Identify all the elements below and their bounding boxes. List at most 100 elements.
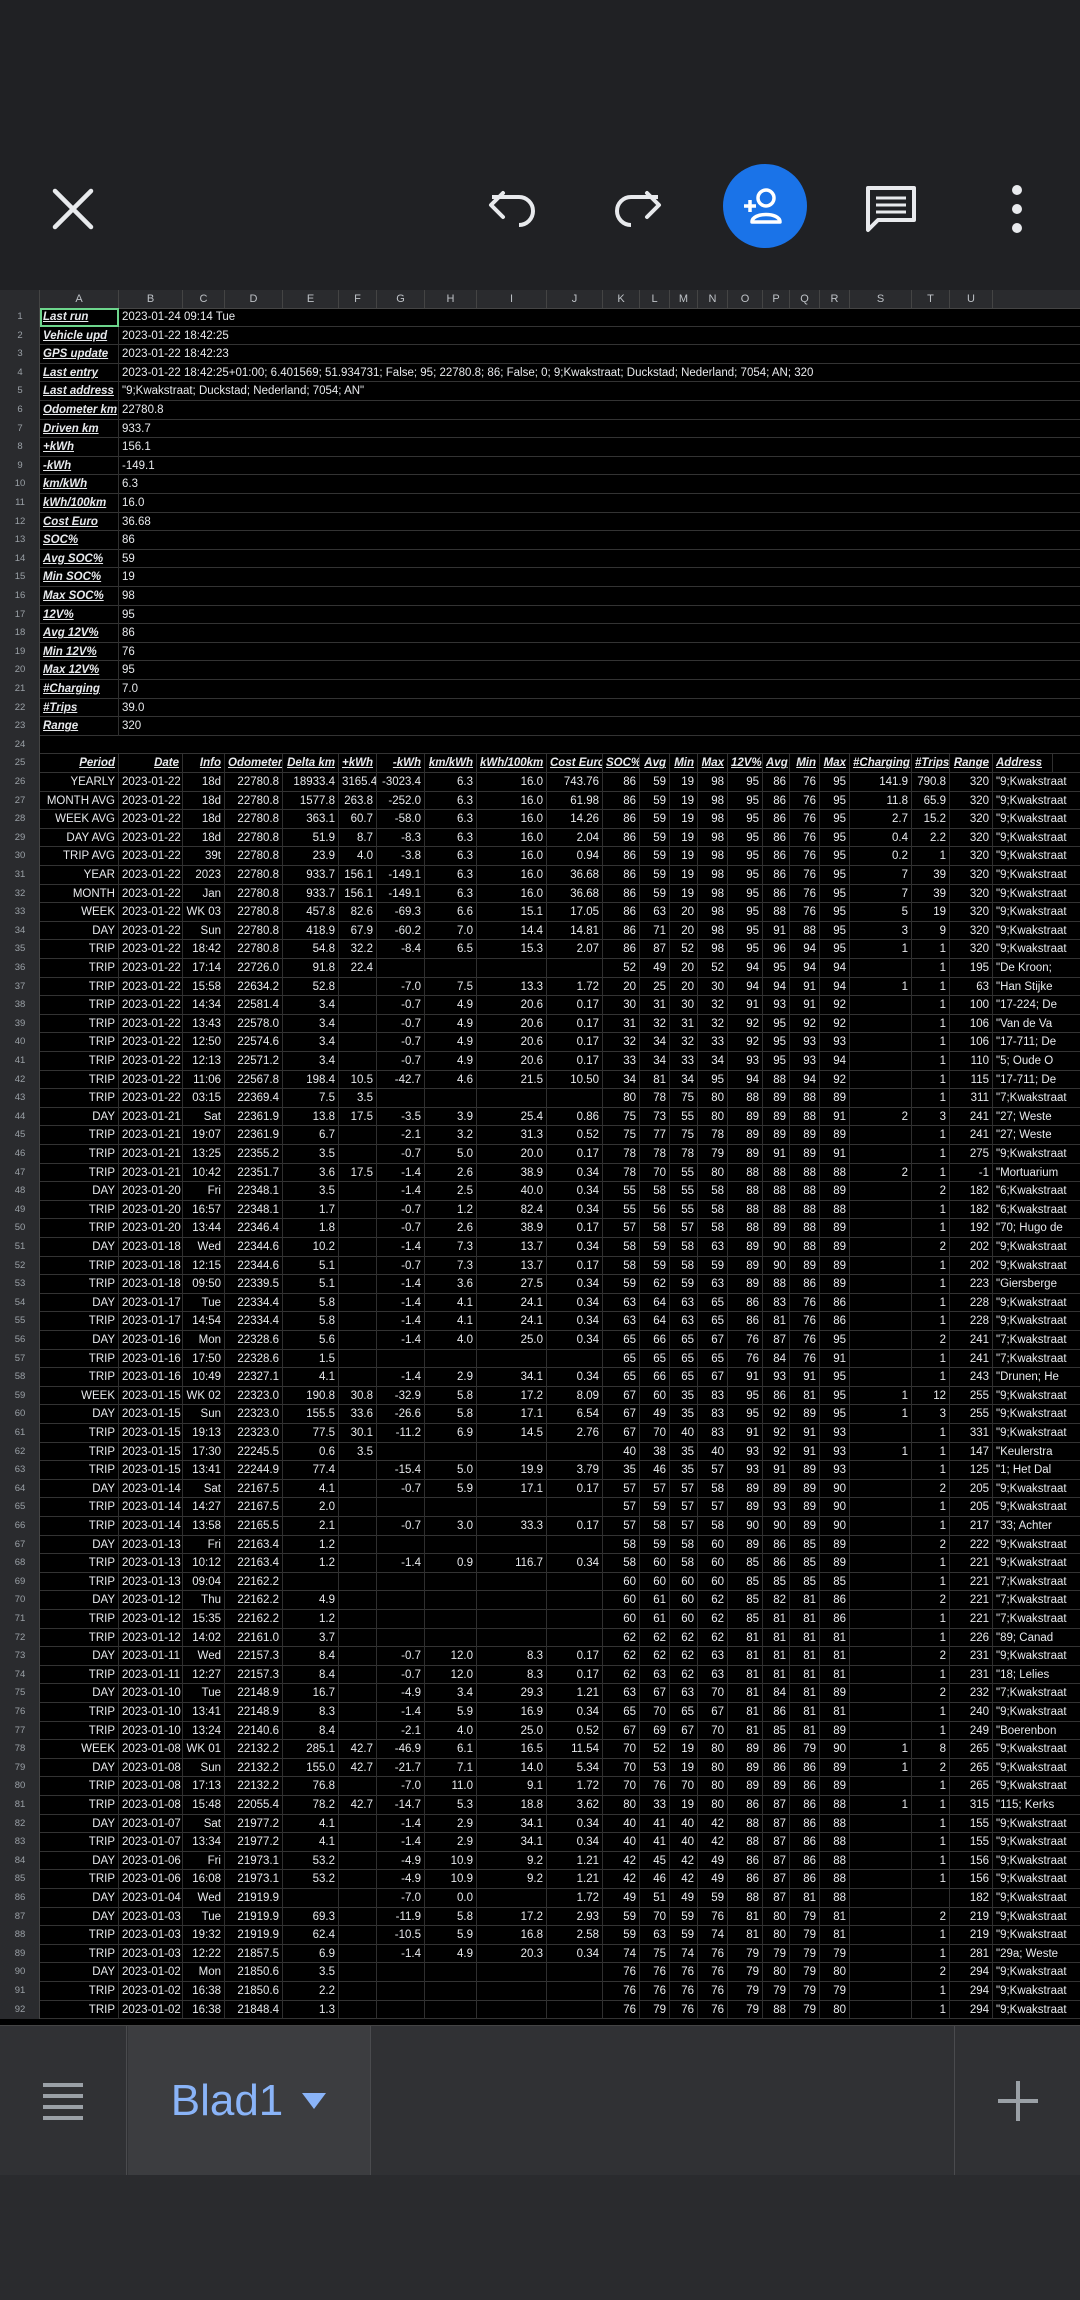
row-header[interactable]: 68 — [0, 1554, 40, 1573]
cell[interactable]: "27; Weste — [993, 1108, 1053, 1127]
cell[interactable]: 5.8 — [283, 1293, 339, 1313]
cell[interactable]: 0.34 — [547, 1368, 603, 1387]
cell[interactable]: 86 — [763, 1554, 790, 1573]
cell[interactable]: 81 — [763, 1312, 790, 1331]
cell[interactable]: 22328.6 — [225, 1331, 283, 1350]
cell[interactable]: Jan — [183, 884, 225, 904]
row-header[interactable]: 92 — [0, 2001, 40, 2020]
cell[interactable]: 60 — [670, 1572, 698, 1592]
cell[interactable] — [339, 1889, 377, 1908]
cell[interactable]: 89 — [728, 1740, 763, 1759]
cell[interactable]: 20 — [670, 903, 698, 922]
cell[interactable] — [477, 1610, 547, 1629]
cell[interactable]: 22327.1 — [225, 1368, 283, 1387]
cell[interactable] — [477, 1442, 547, 1462]
cell[interactable]: 294 — [950, 1963, 993, 1982]
cell[interactable]: 35 — [670, 1386, 698, 1406]
summary-value[interactable]: 95 — [119, 606, 1019, 625]
cell[interactable]: -4.9 — [377, 1684, 425, 1703]
cell[interactable]: 294 — [950, 2000, 993, 2020]
cell[interactable]: 81 — [728, 1628, 763, 1648]
cell[interactable]: 1 — [912, 1703, 950, 1722]
cell[interactable]: 63 — [603, 1312, 640, 1331]
cell[interactable]: 2023-01-02 — [119, 2000, 183, 2020]
cell[interactable]: 22163.4 — [225, 1554, 283, 1573]
cell[interactable]: 228 — [950, 1293, 993, 1313]
cell[interactable]: 155 — [950, 1833, 993, 1852]
cell[interactable]: "9;Kwakstraat — [993, 903, 1067, 922]
cell[interactable]: 79 — [790, 2000, 820, 2020]
cell[interactable]: 63 — [640, 1926, 670, 1945]
cell[interactable]: 41 — [640, 1833, 670, 1852]
summary-label[interactable]: Range — [40, 717, 119, 736]
cell[interactable]: 85 — [790, 1554, 820, 1573]
cell[interactable]: "9;Kwakstraat — [993, 1424, 1067, 1443]
cell[interactable]: 249 — [950, 1721, 993, 1741]
row-header[interactable]: 60 — [0, 1405, 40, 1424]
cell[interactable]: 22361.9 — [225, 1126, 283, 1145]
cell[interactable]: 34.1 — [477, 1833, 547, 1852]
cell[interactable]: 15.1 — [477, 903, 547, 922]
cell[interactable]: TRIP — [40, 940, 119, 959]
cell[interactable]: 49 — [698, 1870, 728, 1889]
row-header[interactable]: 56 — [0, 1331, 40, 1350]
cell[interactable] — [850, 1610, 912, 1629]
cell[interactable]: 2023-01-22 — [119, 1052, 183, 1071]
cell[interactable]: 67 — [640, 1684, 670, 1703]
cell[interactable]: 76 — [790, 1349, 820, 1369]
cell[interactable] — [547, 1498, 603, 1517]
cell[interactable]: 3.5 — [339, 1089, 377, 1108]
cell[interactable]: 3.4 — [283, 996, 339, 1015]
cell[interactable]: 2.9 — [425, 1368, 477, 1387]
cell[interactable]: 2023-01-15 — [119, 1424, 183, 1443]
cell[interactable]: 21973.1 — [225, 1851, 283, 1871]
cell[interactable]: 22780.8 — [225, 773, 283, 792]
cell[interactable] — [339, 1591, 377, 1610]
cell[interactable] — [339, 1033, 377, 1052]
summary-label[interactable]: Avg 12V% — [40, 624, 119, 643]
cell[interactable]: 19 — [670, 1758, 698, 1778]
cell[interactable]: 1 — [912, 1628, 950, 1648]
cell[interactable]: TRIP — [40, 1052, 119, 1071]
cell[interactable]: 57 — [603, 1219, 640, 1238]
cell[interactable]: 6.3 — [425, 866, 477, 885]
cell[interactable]: -8.4 — [377, 940, 425, 959]
cell[interactable] — [850, 1238, 912, 1257]
cell[interactable]: 70 — [640, 1163, 670, 1183]
row-header[interactable]: 73 — [0, 1647, 40, 1666]
cell[interactable]: 89 — [763, 1777, 790, 1796]
cell[interactable]: 79 — [790, 1926, 820, 1945]
cell[interactable]: 2023-01-08 — [119, 1758, 183, 1778]
cell[interactable]: 86 — [763, 884, 790, 904]
cell[interactable]: "7;Kwakstraat — [993, 1350, 1067, 1369]
cell[interactable] — [477, 1349, 547, 1369]
cell[interactable]: 55 — [670, 1182, 698, 1201]
cell[interactable]: 89 — [820, 1219, 850, 1238]
cell[interactable]: 98 — [698, 884, 728, 904]
cell[interactable]: 94 — [728, 977, 763, 997]
row-header[interactable]: 70 — [0, 1591, 40, 1610]
cell[interactable]: 39 — [912, 866, 950, 885]
cell[interactable]: 5.8 — [425, 1907, 477, 1927]
cell[interactable] — [850, 1145, 912, 1164]
cell[interactable]: 81 — [763, 1628, 790, 1648]
cell[interactable]: 31 — [640, 996, 670, 1015]
cell[interactable]: 22348.1 — [225, 1182, 283, 1201]
cell[interactable]: 16:57 — [183, 1200, 225, 1220]
cell[interactable]: 22323.0 — [225, 1386, 283, 1406]
cell[interactable]: 86 — [790, 1870, 820, 1889]
cell[interactable]: 59 — [640, 810, 670, 829]
cell[interactable]: 2023-01-20 — [119, 1219, 183, 1238]
column-header-K[interactable]: K — [603, 290, 640, 308]
cell[interactable]: 20.0 — [477, 1145, 547, 1164]
cell[interactable]: 0.0 — [425, 1889, 477, 1908]
row-header[interactable]: 4 — [0, 364, 40, 383]
cell[interactable]: 67 — [698, 1703, 728, 1722]
cell[interactable]: 1 — [912, 1517, 950, 1536]
cell[interactable]: 63 — [603, 1684, 640, 1703]
cell[interactable] — [339, 1777, 377, 1796]
cell[interactable]: 0.86 — [547, 1107, 603, 1127]
row-header[interactable]: 72 — [0, 1629, 40, 1648]
cell[interactable]: 95 — [728, 810, 763, 829]
cell[interactable]: 94 — [820, 1052, 850, 1071]
